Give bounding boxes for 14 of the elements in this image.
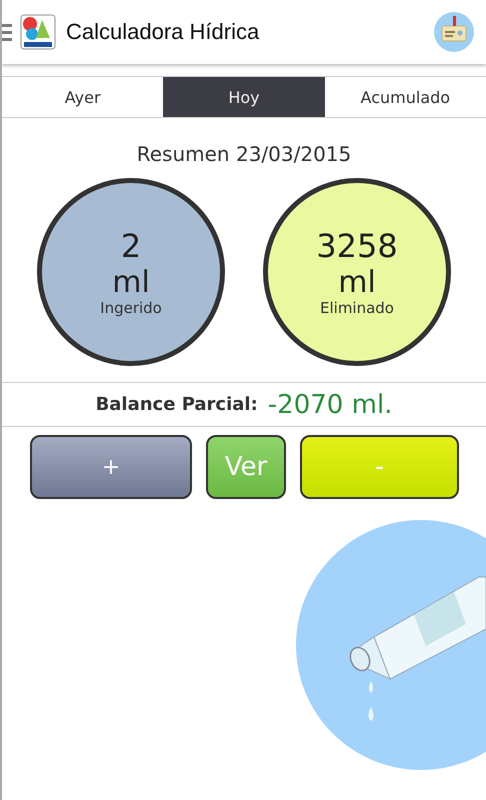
unit: ml: [112, 266, 150, 299]
total-label: Ingerido: [100, 298, 162, 317]
balance-label: Balance Parcial:: [96, 394, 258, 415]
balance-value: -2070 ml.: [268, 390, 392, 420]
amount: 2: [120, 227, 142, 266]
unit: ml: [338, 266, 376, 299]
app-title: Calculadora Hídrica: [66, 19, 260, 45]
app-logo-icon: [20, 14, 56, 50]
summary-title: Resumen 23/03/2015: [136, 142, 352, 166]
amount: 3258: [316, 227, 398, 266]
menu-icon[interactable]: [2, 22, 12, 42]
tab[interactable]: Hoy: [163, 77, 325, 117]
id-card-icon[interactable]: [434, 12, 474, 52]
total-label: Eliminado: [320, 298, 394, 317]
